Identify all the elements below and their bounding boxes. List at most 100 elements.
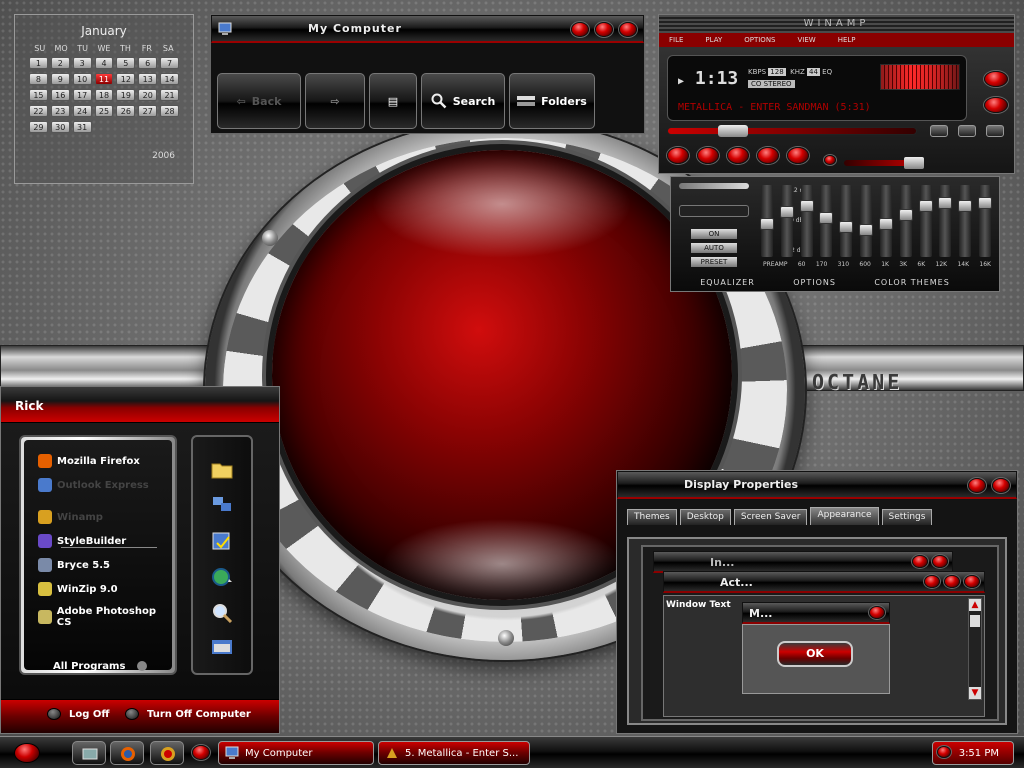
eq-band-thumb[interactable] (819, 212, 834, 224)
all-programs-button[interactable]: All Programs (53, 661, 147, 672)
eject-button[interactable] (986, 125, 1004, 137)
seek-bar[interactable] (667, 125, 917, 137)
eq-on-button[interactable]: ON (691, 229, 737, 239)
calendar-day[interactable]: 29 (29, 121, 48, 133)
eq-band-thumb[interactable] (859, 224, 874, 236)
calendar-day[interactable]: 28 (160, 105, 179, 117)
calendar-today[interactable]: 11 (94, 73, 114, 85)
calendar-day[interactable]: 14 (160, 73, 179, 85)
calendar-day[interactable]: 27 (138, 105, 158, 117)
calendar-day[interactable]: 5 (116, 57, 136, 69)
calendar-day[interactable]: 6 (138, 57, 158, 69)
search-button[interactable]: Search (421, 73, 505, 129)
eq-band-slider[interactable] (918, 185, 933, 257)
start-button[interactable] (14, 743, 40, 763)
calendar-day[interactable]: 24 (72, 105, 92, 117)
internet-icon[interactable] (211, 567, 233, 587)
eq-band-thumb[interactable] (839, 221, 854, 233)
stop-button[interactable] (757, 147, 779, 164)
calendar-day[interactable]: 18 (94, 89, 114, 101)
eq-band-thumb[interactable] (938, 197, 953, 209)
eq-tab-color-themes[interactable]: COLOR THEMES (874, 278, 949, 287)
eq-preset-button[interactable]: PRESET (691, 257, 737, 267)
tab-appearance[interactable]: Appearance (810, 507, 879, 525)
control-panel-icon[interactable] (211, 531, 233, 551)
calendar-day[interactable]: 4 (94, 57, 114, 69)
calendar-day[interactable]: 9 (50, 73, 70, 85)
eq-nav-buttons[interactable] (679, 205, 749, 217)
eq-band-thumb[interactable] (918, 200, 933, 212)
calendar-day[interactable]: 31 (72, 121, 92, 133)
eq-band-slider[interactable] (779, 185, 794, 257)
calendar-day[interactable]: 16 (50, 89, 70, 101)
eq-band-slider[interactable] (799, 185, 814, 257)
eq-band-thumb[interactable] (898, 209, 913, 221)
close-button[interactable] (992, 478, 1010, 493)
eq-band-thumb[interactable] (878, 218, 893, 230)
winamp-menu-help[interactable]: HELP (838, 33, 856, 47)
close-button[interactable] (619, 22, 637, 37)
eq-band-slider[interactable] (760, 185, 774, 257)
calendar-day[interactable]: 20 (138, 89, 158, 101)
tray-icon[interactable] (937, 746, 951, 758)
program-item[interactable]: Bryce 5.5 (38, 558, 110, 572)
eq-band-thumb[interactable] (958, 200, 973, 212)
calendar-day[interactable]: 23 (50, 105, 70, 117)
calendar-day[interactable]: 21 (160, 89, 179, 101)
eq-band-thumb[interactable] (799, 200, 814, 212)
calendar-day[interactable]: 8 (29, 73, 48, 85)
quicklaunch-expand-button[interactable] (192, 745, 210, 760)
eq-band-slider[interactable] (938, 185, 953, 257)
next-button[interactable] (787, 147, 809, 164)
taskbar-item-my-computer[interactable]: My Computer (218, 741, 374, 765)
calendar-day[interactable]: 25 (94, 105, 114, 117)
tab-settings[interactable]: Settings (881, 509, 933, 525)
shuffle-button[interactable] (930, 125, 948, 137)
calendar-day[interactable]: 3 (72, 57, 92, 69)
play-button[interactable] (697, 147, 719, 164)
calendar-day[interactable]: 13 (138, 73, 158, 85)
help-button[interactable] (968, 478, 986, 493)
tab-screen-saver[interactable]: Screen Saver (733, 509, 808, 525)
firefox-quicklaunch-icon[interactable] (110, 741, 144, 765)
show-desktop-button[interactable] (72, 741, 106, 765)
my-computer-titlebar[interactable]: My Computer (211, 15, 644, 43)
previous-button[interactable] (667, 147, 689, 164)
calendar-day[interactable]: 1 (29, 57, 48, 69)
seek-knob[interactable] (718, 125, 748, 137)
turn-off-button[interactable]: Turn Off Computer (125, 708, 251, 720)
winamp-menu-file[interactable]: FILE (669, 33, 683, 47)
calendar-day[interactable]: 30 (50, 121, 70, 133)
calendar-day[interactable]: 10 (72, 73, 92, 85)
network-icon[interactable] (211, 495, 233, 515)
winamp-toggle-playlist-button[interactable] (984, 97, 1008, 113)
calendar-day[interactable]: 12 (116, 73, 136, 85)
program-item[interactable]: Winamp (38, 510, 103, 524)
calendar-day[interactable]: 17 (72, 89, 92, 101)
tab-desktop[interactable]: Desktop (679, 509, 731, 525)
winamp-titlebar[interactable]: WINAMP (659, 15, 1014, 33)
eq-band-thumb[interactable] (779, 206, 794, 218)
minimize-button[interactable] (571, 22, 589, 37)
program-item[interactable]: WinZip 9.0 (38, 582, 118, 596)
volume-knob[interactable] (904, 157, 924, 169)
system-clock[interactable]: 3:51 PM (932, 741, 1014, 765)
eq-auto-button[interactable]: AUTO (691, 243, 737, 253)
display-properties-titlebar[interactable]: Display Properties (617, 471, 1017, 499)
winamp-quicklaunch-icon[interactable] (150, 741, 184, 765)
winamp-menu-options[interactable]: OPTIONS (744, 33, 775, 47)
eq-band-slider[interactable] (977, 185, 992, 257)
maximize-button[interactable] (595, 22, 613, 37)
calendar-day[interactable]: 7 (160, 57, 179, 69)
eq-band-slider[interactable] (878, 185, 893, 257)
run-icon[interactable] (211, 637, 233, 657)
eq-tab-options[interactable]: OPTIONS (793, 278, 836, 287)
winamp-toggle-eq-button[interactable] (984, 71, 1008, 87)
program-item[interactable]: Outlook Express (38, 478, 149, 492)
eq-band-thumb[interactable] (760, 218, 774, 230)
calendar-day[interactable]: 26 (116, 105, 136, 117)
program-item[interactable]: Adobe Photoshop CS (38, 606, 172, 628)
my-documents-icon[interactable] (211, 459, 233, 479)
tab-themes[interactable]: Themes (627, 509, 677, 525)
eq-band-slider[interactable] (958, 185, 973, 257)
